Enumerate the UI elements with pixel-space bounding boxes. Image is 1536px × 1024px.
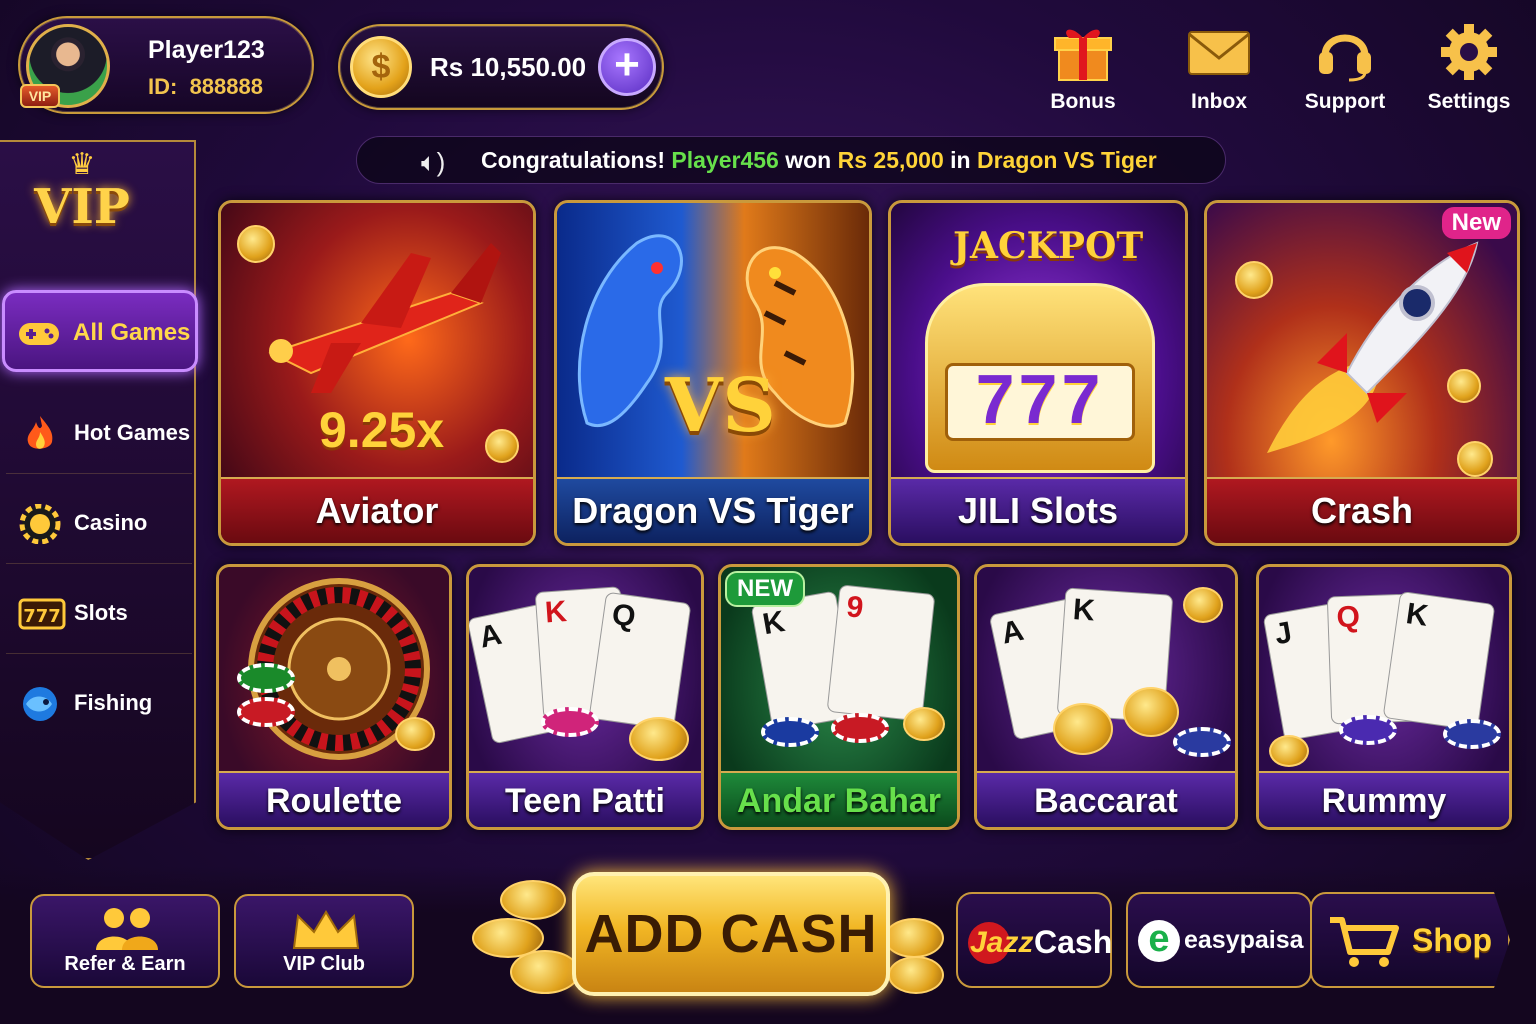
refer-earn-button[interactable]: Refer & Earn <box>30 894 220 988</box>
coin-icon: $ <box>350 36 412 98</box>
game-title: JILI Slots <box>891 477 1185 543</box>
inbox-label: Inbox <box>1191 90 1247 113</box>
ticker-player: Player456 <box>671 147 779 173</box>
refer-earn-label: Refer & Earn <box>64 953 186 975</box>
sidebar-item-label: Hot Games <box>74 420 191 445</box>
ticker-amount: Rs 25,000 <box>837 147 944 173</box>
chip-icon <box>18 503 62 545</box>
gift-icon <box>1051 22 1115 82</box>
sidebar-item-slots[interactable]: 777 Slots <box>6 574 192 654</box>
svg-text:777: 777 <box>23 606 61 627</box>
inbox-button[interactable]: Inbox <box>1164 22 1274 114</box>
sidebar-item-label: Fishing <box>74 690 153 715</box>
shop-button[interactable]: Shop <box>1310 892 1510 988</box>
game-title: Andar Bahar <box>721 771 957 827</box>
balance-panel: $ Rs 10,550.00 + <box>338 24 664 110</box>
airplane-icon <box>268 243 501 393</box>
multiplier-text: 9.25x <box>319 402 445 458</box>
vip-club-button[interactable]: VIP Club <box>234 894 414 988</box>
vip-club-label: VIP Club <box>283 953 365 975</box>
game-card-crash[interactable]: New Crash <box>1204 200 1520 546</box>
player-name: Player123 <box>148 36 265 64</box>
ticker-message: Congratulations! Player456 won Rs 25,000… <box>481 147 1157 173</box>
vs-text: VS <box>665 363 776 449</box>
sidebar-item-label: All Games <box>73 319 191 346</box>
support-button[interactable]: Support <box>1290 22 1400 114</box>
game-card-aviator[interactable]: 9.25x Aviator <box>218 200 536 546</box>
sidebar-item-all-games[interactable]: All Games <box>2 290 198 372</box>
game-title: Dragon VS Tiger <box>557 477 869 543</box>
playing-card: Q <box>588 591 692 731</box>
easypaisa-logo: e <box>1138 920 1180 962</box>
crown-icon: ♛ <box>68 148 96 181</box>
fire-icon <box>18 414 62 454</box>
balance-amount: Rs 10,550.00 <box>430 52 587 82</box>
vip-badge[interactable]: ♛ VIP <box>16 150 148 258</box>
game-title: Aviator <box>221 477 533 543</box>
player-id: ID: 888888 <box>148 74 263 99</box>
game-card-roulette[interactable]: Roulette <box>216 564 452 830</box>
winner-ticker: 🔈︎) Congratulations! Player456 won Rs 25… <box>356 136 1226 184</box>
game-title: Baccarat <box>977 771 1235 827</box>
game-card-andar-bahar[interactable]: K 9 NEW Andar Bahar <box>718 564 960 830</box>
playing-card: K <box>1382 590 1496 732</box>
game-title: Teen Patti <box>469 771 701 827</box>
player-profile-card[interactable]: VIP Player123 ID: 888888 <box>18 16 314 114</box>
add-cash-button[interactable]: ADD CASH <box>572 872 890 996</box>
cart-icon <box>1330 917 1399 967</box>
vip-badge-label: VIP <box>34 179 130 235</box>
game-title: Crash <box>1207 477 1517 543</box>
slot-777-text: 777 <box>975 360 1105 438</box>
game-card-rummy[interactable]: J Q K Rummy <box>1256 564 1512 830</box>
jackpot-text: JACKPOT <box>953 225 1144 267</box>
new-badge: New <box>1441 207 1511 239</box>
easypaisa-button[interactable]: e easypaisa <box>1126 892 1312 988</box>
game-card-baccarat[interactable]: A K Baccarat <box>974 564 1238 830</box>
game-title: Roulette <box>219 771 449 827</box>
new-badge: NEW <box>725 571 805 607</box>
gamepad-icon <box>17 313 61 353</box>
gear-icon <box>1437 22 1501 82</box>
vip-level-tag: VIP <box>20 84 60 108</box>
sidebar-item-label: Casino <box>74 510 148 535</box>
support-label: Support <box>1304 90 1386 113</box>
speaker-icon: 🔈︎) <box>421 147 446 177</box>
ticker-game: Dragon VS Tiger <box>976 147 1157 173</box>
fish-icon <box>18 684 62 724</box>
headset-icon <box>1313 22 1377 82</box>
bonus-button[interactable]: Bonus <box>1028 22 1138 114</box>
slot-777-icon: 777 <box>18 594 66 634</box>
sidebar-item-casino[interactable]: Casino <box>6 484 192 564</box>
game-card-jili-slots[interactable]: JACKPOT 777 JILI Slots <box>888 200 1188 546</box>
sidebar-item-label: Slots <box>74 600 128 625</box>
mail-icon <box>1187 22 1251 82</box>
playing-card: 9 <box>826 584 936 722</box>
settings-label: Settings <box>1427 90 1511 113</box>
easypaisa-label: easypaisa <box>1184 926 1304 954</box>
rocket-icon <box>1267 241 1479 453</box>
game-card-teen-patti[interactable]: A K Q Teen Patti <box>466 564 704 830</box>
users-icon <box>96 908 158 950</box>
shop-label: Shop <box>1412 922 1492 958</box>
game-title: Rummy <box>1259 771 1509 827</box>
bonus-label: Bonus <box>1050 90 1116 113</box>
sidebar-item-hot-games[interactable]: Hot Games <box>6 394 192 474</box>
jazzcash-button[interactable]: Jazz Cash <box>956 892 1112 988</box>
crown-icon <box>292 910 360 949</box>
game-card-dragon-vs-tiger[interactable]: VS Dragon VS Tiger <box>554 200 872 546</box>
sidebar-item-fishing[interactable]: Fishing <box>6 664 192 744</box>
add-balance-button[interactable]: + <box>598 38 656 96</box>
settings-button[interactable]: Settings <box>1414 22 1524 114</box>
